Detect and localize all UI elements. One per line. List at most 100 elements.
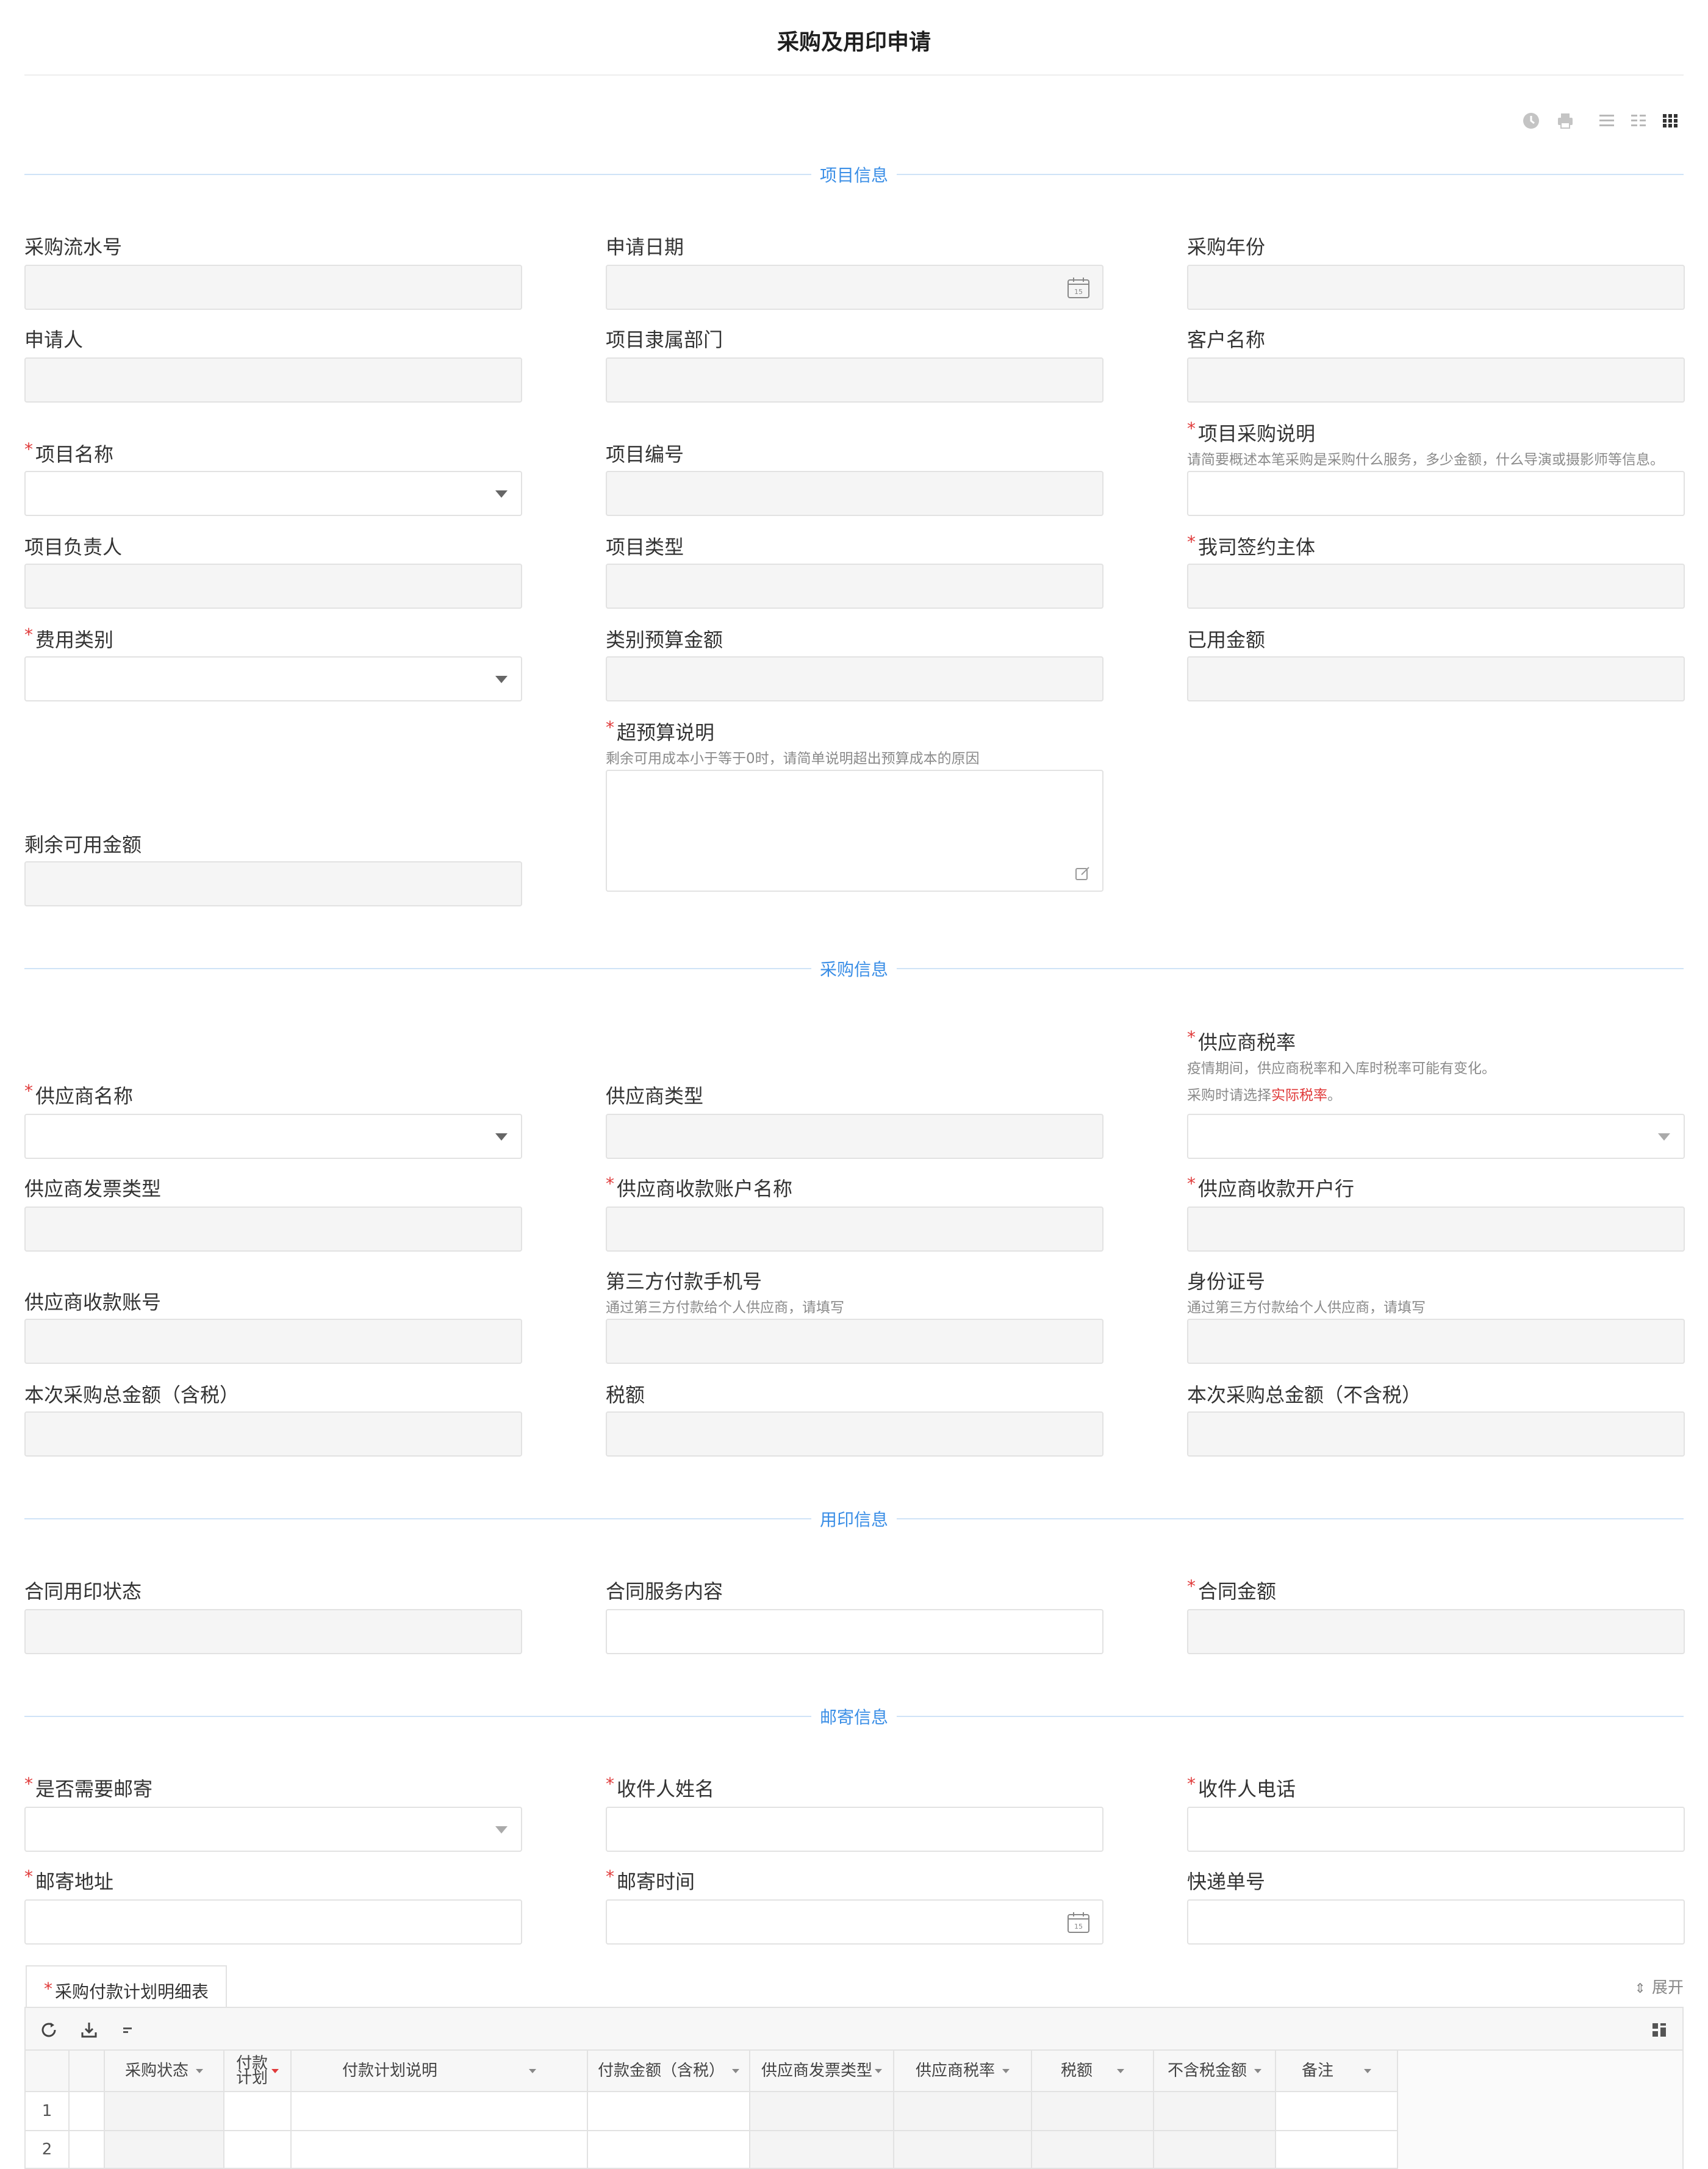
id-no-hint: 通过第三方付款给个人供应商，请填写	[1187, 1300, 1426, 1316]
column-settings-icon[interactable]	[1649, 2020, 1669, 2040]
over-budget-textarea[interactable]	[606, 770, 1103, 892]
project-name-label: * 项目名称	[24, 439, 114, 466]
project-owner-label: 项目负责人	[24, 536, 123, 559]
signing-entity-field	[1187, 564, 1685, 609]
section-title: 项目信息	[819, 165, 888, 185]
purchase-year-label: 采购年份	[1187, 235, 1266, 259]
list-view-icon[interactable]	[1595, 109, 1619, 133]
table-cell[interactable]	[224, 2131, 292, 2169]
print-icon[interactable]	[1553, 109, 1577, 133]
tracking-no-input[interactable]	[1187, 1899, 1685, 1945]
signing-entity-label: * 我司签约主体	[1187, 532, 1316, 559]
total-tax-excl-label: 本次采购总金额（不含税）	[1187, 1383, 1422, 1407]
table-cell[interactable]	[1276, 2131, 1398, 2169]
account-name-field	[606, 1206, 1103, 1252]
used-amount-label: 已用金额	[1187, 628, 1266, 651]
project-type-label: 项目类型	[606, 536, 684, 559]
tax-field	[606, 1411, 1103, 1457]
chevron-down-icon	[495, 1133, 508, 1141]
section-seal-header: 用印信息	[24, 1505, 1684, 1532]
purchase-desc-hint: 请简要概述本笔采购是采购什么服务，多少金额，什么导演或摄影师等信息。	[1187, 452, 1664, 468]
table-cell[interactable]	[105, 2092, 224, 2131]
table-cell	[1154, 2092, 1276, 2131]
project-owner-field	[24, 564, 522, 609]
applicant-label: 申请人	[24, 328, 84, 351]
apply-date-field: 15	[606, 265, 1103, 310]
table-row-select[interactable]	[70, 2131, 105, 2169]
table-cell[interactable]	[292, 2131, 588, 2169]
table-header-cell[interactable]: 供应商发票类型	[750, 2051, 894, 2092]
serial-no-label: 采购流水号	[24, 235, 123, 259]
table-header-cell[interactable]: 付款 计划	[224, 2051, 292, 2092]
apply-date-label: 申请日期	[606, 235, 684, 259]
svg-text:15: 15	[1074, 1923, 1083, 1931]
bank-label: * 供应商收款开户行	[1187, 1174, 1355, 1200]
table-cell[interactable]	[588, 2131, 750, 2169]
table-cell[interactable]	[588, 2092, 750, 2131]
edit-icon	[1075, 867, 1089, 880]
calendar-icon[interactable]: 15	[1067, 1912, 1090, 1934]
expand-collapse-icon: ⇕	[1634, 1981, 1646, 1996]
table-row-select[interactable]	[70, 2092, 105, 2131]
total-tax-excl-field	[1187, 1411, 1685, 1457]
supplier-tax-rate-select[interactable]	[1187, 1114, 1685, 1159]
expense-category-select[interactable]	[24, 656, 522, 701]
table-header-cell[interactable]: 不含税金额	[1154, 2051, 1276, 2092]
table-row-number: 1	[26, 2092, 70, 2131]
mail-time-input[interactable]: 15	[606, 1899, 1103, 1945]
contract-amount-label: * 合同金额	[1187, 1576, 1277, 1603]
section-title: 邮寄信息	[819, 1707, 888, 1727]
section-mail-header: 邮寄信息	[24, 1703, 1684, 1730]
over-budget-hint: 剩余可用成本小于等于0时，请简单说明超出预算成本的原因	[606, 751, 980, 767]
total-tax-incl-field	[24, 1411, 522, 1457]
recipient-phone-input[interactable]	[1187, 1807, 1685, 1852]
refresh-icon[interactable]	[39, 2020, 59, 2040]
recipient-phone-label: * 收件人电话	[1187, 1774, 1296, 1801]
contract-amount-field	[1187, 1609, 1685, 1654]
table-cell	[894, 2131, 1032, 2169]
table-header-cell[interactable]: 备注	[1276, 2051, 1398, 2092]
account-name-label: * 供应商收款账户名称	[606, 1174, 793, 1200]
recipient-label: * 收件人姓名	[606, 1774, 715, 1801]
table-cell[interactable]	[105, 2131, 224, 2169]
supplier-name-select[interactable]	[24, 1114, 522, 1159]
table-header-cell[interactable]: 付款金额（含税）	[588, 2051, 750, 2092]
table-row-number: 2	[26, 2131, 70, 2169]
supplier-tax-rate-label: * 供应商税率	[1187, 1027, 1296, 1054]
table-cell[interactable]	[1276, 2092, 1398, 2131]
project-code-field	[606, 471, 1103, 516]
two-column-icon[interactable]	[1626, 109, 1651, 133]
table-cell	[750, 2131, 894, 2169]
purchase-desc-label: * 项目采购说明	[1187, 418, 1316, 445]
category-budget-label: 类别预算金额	[606, 628, 723, 651]
serial-no-field	[24, 265, 522, 310]
id-no-field	[1187, 1319, 1685, 1364]
table-header-cell[interactable]: 付款计划说明	[292, 2051, 588, 2092]
third-phone-hint: 通过第三方付款给个人供应商，请填写	[606, 1300, 844, 1316]
need-mail-select[interactable]	[24, 1807, 522, 1852]
purchase-desc-input[interactable]	[1187, 471, 1685, 516]
mail-time-label: * 邮寄时间	[606, 1866, 695, 1893]
recipient-input[interactable]	[606, 1807, 1103, 1852]
table-cell[interactable]	[224, 2092, 292, 2131]
project-name-select[interactable]	[24, 471, 522, 516]
contract-service-label: 合同服务内容	[606, 1580, 723, 1603]
expand-button[interactable]: ⇕ 展开	[1635, 1975, 1684, 1998]
download-icon[interactable]	[79, 2020, 99, 2040]
project-dept-label: 项目隶属部门	[606, 328, 723, 351]
table-header-cell[interactable]: 供应商税率	[894, 2051, 1032, 2092]
history-icon[interactable]	[1519, 109, 1543, 133]
table-cell[interactable]	[292, 2092, 588, 2131]
section-project-header: 项目信息	[24, 161, 1684, 188]
mail-address-input[interactable]	[24, 1899, 522, 1945]
chevron-down-icon	[495, 676, 508, 683]
tracking-no-label: 快递单号	[1187, 1870, 1266, 1893]
contract-service-input[interactable]	[606, 1609, 1103, 1654]
tab-payment-plan-detail[interactable]: * 采购付款计划明细表	[26, 1965, 227, 2007]
table-header-cell[interactable]: 采购状态	[105, 2051, 224, 2092]
section-title: 采购信息	[819, 959, 888, 980]
filter-icon[interactable]	[120, 2020, 139, 2040]
remaining-amount-label: 剩余可用金额	[24, 833, 142, 856]
table-header-cell[interactable]: 税额	[1032, 2051, 1154, 2092]
three-column-icon[interactable]	[1658, 109, 1682, 133]
